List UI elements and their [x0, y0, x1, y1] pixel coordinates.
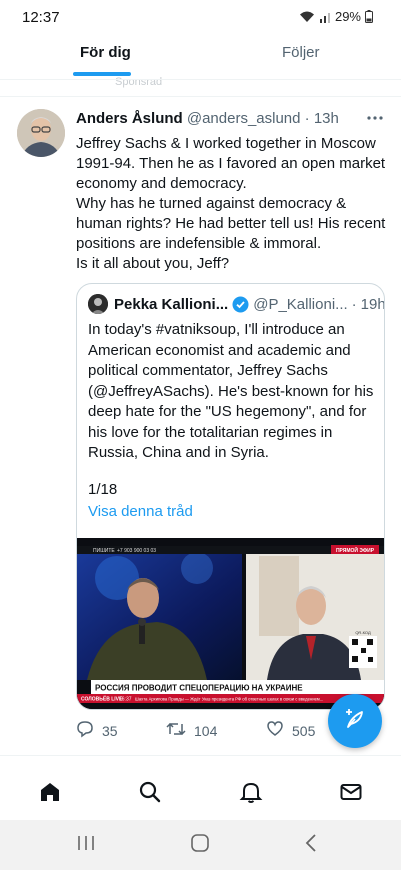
envelope-icon: [339, 780, 363, 809]
qr-label: QR-КОД: [355, 630, 371, 635]
quoted-tweet-text: In today's #vatniksoup, I'll introduce a…: [88, 321, 374, 461]
quoted-author-handle: @P_Kallioni...: [253, 295, 348, 313]
tweet-header: Anders Åslund @anders_aslund · 13h: [76, 110, 386, 130]
system-home-icon: [190, 833, 210, 858]
recents-button[interactable]: [73, 832, 99, 858]
feed-divider: [0, 755, 401, 756]
author-handle[interactable]: @anders_aslund: [187, 110, 301, 127]
retweet-icon: [166, 720, 186, 741]
like-count: 505: [292, 722, 316, 739]
show-thread-link[interactable]: Visa denna tråd: [88, 503, 193, 520]
quoted-avatar: [88, 294, 108, 314]
back-chevron-icon: [304, 833, 318, 858]
system-nav-bar: [0, 820, 401, 870]
quoted-tweet-header: Pekka Kallioni... @P_Kallioni... · 19h: [88, 294, 384, 314]
tabs-divider: [0, 79, 401, 80]
channel-name: СОЛОВЬЁВ LIVE: [81, 696, 123, 703]
nav-notifications[interactable]: [237, 780, 265, 808]
tweet-text-line: 1991-94. Then he as I favored an open ma…: [76, 155, 386, 172]
tweet-text-line: Why has he turned against democracy &: [76, 195, 347, 212]
ticker-time: 16:37: [119, 697, 132, 703]
battery-icon: [365, 10, 373, 23]
recents-icon: [76, 834, 96, 857]
status-time: 12:37: [22, 9, 60, 26]
more-icon[interactable]: [364, 108, 386, 128]
bell-icon: [239, 780, 263, 809]
tweet-time[interactable]: 13h: [314, 110, 339, 127]
tab-for-you[interactable]: För dig: [80, 44, 131, 61]
tweet-text-line: economy and democracy.: [76, 175, 247, 192]
like-button[interactable]: 505: [266, 720, 315, 741]
quoted-tweet-time: 19h: [360, 295, 385, 313]
reply-icon: [76, 720, 94, 741]
quoted-tweet-image[interactable]: QR-КОД ПИШИТЕ +7 903 900 03 03 ПРЯМОЙ ЭФ…: [77, 538, 384, 709]
ticker-text: Шахта Архипова Правды — Ждёт Указ презид…: [135, 697, 323, 702]
tweet-text-line: human rights? He had better tell us! His…: [76, 215, 386, 232]
image-top-label: ПИШИТЕ: [93, 548, 115, 554]
separator-dot: ·: [351, 295, 357, 313]
tweet-text: Jeffrey Sachs & I worked together in Mos…: [76, 134, 391, 274]
status-indicators: 29%: [299, 9, 373, 24]
signal-icon: [319, 11, 331, 23]
reply-count: 35: [102, 722, 118, 739]
system-home-button[interactable]: [187, 832, 213, 858]
compose-button[interactable]: [328, 694, 382, 748]
retweet-count: 104: [194, 722, 218, 739]
tweet-text-line: positions are indefensible & immoral.: [76, 235, 322, 252]
nav-search[interactable]: [136, 780, 164, 808]
nav-messages[interactable]: [337, 780, 365, 808]
separator-dot: ·: [304, 110, 310, 127]
tweet-text-line: Jeffrey Sachs & I worked together in Mos…: [76, 135, 376, 152]
feed-divider: [0, 96, 401, 97]
bottom-nav: [0, 770, 401, 820]
system-back-button[interactable]: [298, 832, 324, 858]
image-phone: +7 903 900 03 03: [117, 548, 156, 554]
battery-level: 29%: [334, 9, 361, 24]
quoted-author-name: Pekka Kallioni...: [114, 295, 229, 313]
wifi-icon: [299, 10, 315, 23]
active-tab-indicator: [73, 72, 131, 76]
thread-count: 1/18: [88, 481, 118, 498]
author-name[interactable]: Anders Åslund: [76, 110, 183, 127]
verified-badge-icon: [232, 296, 249, 313]
compose-feather-icon: [343, 707, 367, 736]
live-badge: ПРЯМОЙ ЭФИР: [336, 546, 375, 554]
heart-icon: [266, 720, 284, 741]
nav-home[interactable]: [36, 780, 64, 808]
retweet-button[interactable]: 104: [166, 720, 217, 741]
sponsored-label-scrolled: Sponsrad: [115, 76, 163, 88]
avatar[interactable]: [17, 109, 65, 157]
news-banner: РОССИЯ ПРОВОДИТ СПЕЦОПЕРАЦИЮ НА УКРАИНЕ: [95, 684, 303, 693]
tab-following[interactable]: Följer: [282, 44, 320, 61]
status-bar: 12:37 29%: [0, 0, 401, 34]
home-icon: [38, 780, 62, 809]
timeline-tabs: Sponsrad För dig Följer: [0, 34, 401, 88]
reply-button[interactable]: 35: [76, 720, 118, 741]
tweet-text-line: Is it all about you, Jeff?: [76, 255, 230, 272]
search-icon: [138, 780, 162, 809]
quoted-tweet[interactable]: Pekka Kallioni... @P_Kallioni... · 19h I…: [76, 283, 385, 710]
